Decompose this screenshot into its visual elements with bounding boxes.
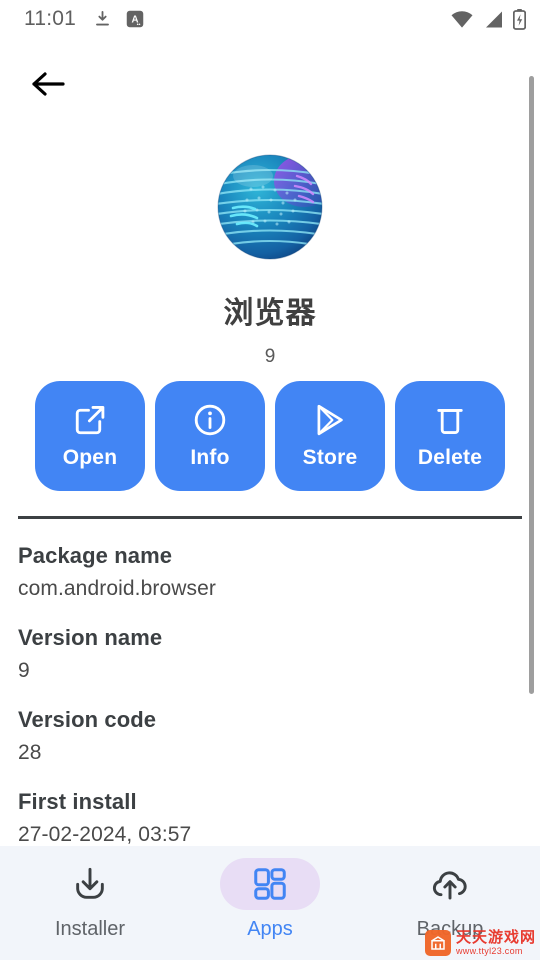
open-button-label: Open [62, 446, 118, 469]
info-circle-icon [194, 404, 226, 436]
download-icon [96, 10, 109, 26]
detail-value: 27-02-2024, 03:57 [18, 823, 192, 846]
store-button[interactable]: Store [275, 381, 385, 491]
app-details-list: Package name com.android.browser Version… [18, 543, 518, 871]
detail-row-version-name: Version name 9 [18, 625, 518, 683]
battery-charging-icon [513, 8, 526, 30]
store-button-label: Store [302, 446, 358, 469]
info-button-label: Info [190, 446, 230, 469]
detail-label: Version code [18, 707, 157, 732]
back-button[interactable] [26, 62, 70, 106]
status-bar: 11:01 A [0, 0, 540, 38]
nav-item-apps[interactable]: Apps [180, 858, 360, 941]
back-arrow-icon [32, 72, 65, 96]
nav-pill-installer [40, 858, 140, 910]
nav-item-installer[interactable]: Installer [0, 858, 180, 941]
detail-row-version-code: Version code 28 [18, 707, 518, 765]
wifi-icon [451, 10, 473, 28]
watermark-title: 天天游戏网 [455, 929, 536, 946]
app-header: 浏览器 9 [0, 148, 540, 368]
nav-pill-apps [220, 858, 320, 910]
watermark-glyph-icon [431, 936, 445, 950]
section-divider [18, 516, 522, 519]
download-tray-icon [76, 867, 104, 899]
translate-badge-icon: A [126, 10, 144, 28]
detail-value: com.android.browser [18, 577, 216, 600]
trash-icon [437, 408, 463, 435]
play-store-icon [317, 404, 343, 436]
nav-label-apps: Apps [247, 918, 293, 940]
watermark-logo-icon [424, 930, 451, 956]
app-icon [211, 148, 329, 266]
detail-label: First install [18, 789, 137, 814]
detail-row-package-name: Package name com.android.browser [18, 543, 518, 601]
delete-button[interactable]: Delete [395, 381, 505, 491]
cloud-upload-icon [432, 871, 467, 900]
external-link-icon [75, 405, 105, 435]
status-clock: 11:01 [24, 7, 76, 30]
watermark-url: www.ttyl23.com [455, 946, 523, 956]
status-right-icon-group [450, 8, 526, 30]
detail-value: 28 [18, 741, 42, 764]
detail-value: 9 [18, 659, 30, 682]
globe-browser-icon [217, 154, 323, 260]
detail-label: Package name [18, 543, 173, 568]
nav-label-installer: Installer [54, 918, 126, 940]
action-button-row: Open Info Store Delete [0, 381, 540, 491]
app-version: 9 [264, 346, 276, 367]
site-watermark: 天天游戏网 www.ttyl23.com [424, 930, 536, 956]
detail-label: Version name [18, 625, 163, 650]
app-name: 浏览器 [223, 297, 317, 330]
app-details-screen: 11:01 A 浏览器 9 Open Info Store Delete Pac… [0, 0, 540, 960]
delete-button-label: Delete [417, 446, 483, 469]
watermark-text: 天天游戏网 www.ttyl23.com [456, 930, 536, 956]
open-button[interactable]: Open [35, 381, 145, 491]
status-left-icon-group: A [93, 9, 144, 29]
cellular-signal-icon [486, 11, 502, 27]
grid-apps-icon [254, 868, 286, 900]
detail-row-first-install: First install 27-02-2024, 03:57 [18, 789, 518, 847]
nav-pill-backup [400, 858, 500, 910]
info-button[interactable]: Info [155, 381, 265, 491]
